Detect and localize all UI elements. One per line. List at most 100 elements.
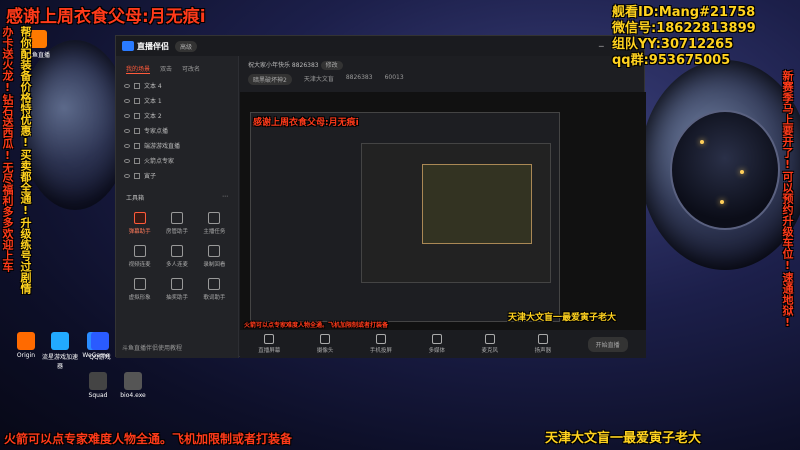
text-icon — [134, 97, 140, 104]
tool-lyrics[interactable]: 歌词助手 — [197, 278, 232, 301]
app-logo: 直播伴侣 — [122, 41, 169, 52]
tool-label: 多人连麦 — [165, 262, 188, 268]
left-vertical-banner-2: 帮你配装备价格特优惠!买卖都全通!升级练号过剧情 — [19, 26, 32, 294]
scene-item[interactable]: 文本 4 — [116, 78, 238, 93]
tutorial-link[interactable]: 斗鱼直播伴侣使用教程 — [122, 343, 182, 352]
nested-preview-3 — [422, 164, 532, 244]
left-vertical-banner-1: 办卡送火龙!钻石送西瓜!无尽福利多多欢迎上车 — [1, 26, 14, 272]
monitor-icon — [264, 334, 275, 344]
speaker-button[interactable]: 扬声器 — [534, 334, 552, 354]
tool-label: 虚拟形象 — [128, 295, 151, 301]
scene-item[interactable]: 文本 2 — [116, 108, 238, 123]
scene-label: 寅子 — [144, 173, 157, 180]
desktop-icon-squad[interactable]: Squad — [80, 372, 116, 399]
desktop-icon-booster[interactable]: 流星游戏加速器 — [42, 332, 78, 370]
ctrl-label: 手机投屏 — [369, 348, 392, 354]
tool-multi-call[interactable]: 多人连麦 — [159, 245, 194, 268]
light-dot — [700, 140, 704, 144]
desktop-icon-bio4[interactable]: bio4.exe — [115, 372, 151, 399]
app-icon — [124, 372, 142, 390]
eye-icon[interactable] — [124, 98, 130, 103]
tool-danmu[interactable]: 弹幕助手 — [122, 212, 157, 235]
tool-room-admin[interactable]: 房管助手 — [159, 212, 194, 235]
app-icon — [51, 332, 69, 350]
edit-title-button[interactable]: 修改 — [320, 61, 343, 70]
right-pane: 祝大家小年快乐 8826383 修改 暗黑破坏神2 天津大文盲 8826383 … — [240, 56, 646, 358]
scene-item[interactable]: 端游游戏直播 — [116, 138, 238, 153]
scene-item[interactable]: 文本 1 — [116, 93, 238, 108]
app-icon — [89, 372, 107, 390]
inner-caption: 天津大文盲一最爱寅子老大 — [508, 313, 617, 323]
ctrl-label: 直播屏幕 — [258, 348, 281, 354]
multi-user-icon — [170, 245, 183, 257]
tool-label: 抽奖助手 — [165, 295, 188, 301]
nested-preview-1: 感谢上周衣食父母:月无痕i — [250, 112, 560, 322]
ctrl-label: 扬声器 — [534, 348, 552, 354]
eye-icon[interactable] — [124, 143, 130, 148]
ctrl-label: 多媒体 — [428, 348, 445, 354]
stream-title: 祝大家小年快乐 8826383 — [248, 62, 319, 69]
phone-cast-button[interactable]: 手机投屏 — [370, 334, 392, 354]
tool-label: 弹幕助手 — [128, 229, 151, 235]
more-icon[interactable]: ⋯ — [222, 193, 228, 202]
tool-avatar[interactable]: 虚拟形象 — [122, 278, 157, 301]
tool-lottery[interactable]: 抽奖助手 — [159, 278, 194, 301]
text-icon — [134, 112, 140, 119]
room-id: 8826383 — [345, 74, 373, 81]
microphone-button[interactable]: 麦克风 — [481, 334, 499, 354]
desktop-icon-qqgame[interactable]: QQ游戏 — [82, 332, 118, 361]
streaming-app-window: 直播伴侣 高级 ─ □ ✕ 我的场景 双击 可改名 文本 4 文本 1 文本 2… — [115, 35, 646, 358]
tool-label: 视频连麦 — [128, 262, 151, 268]
tool-video-call[interactable]: 视频连麦 — [122, 245, 157, 268]
media-button[interactable]: 多媒体 — [428, 334, 445, 354]
right-vertical-banner: 新赛季马上要开了!可以预约升级车位!速通地狱! — [781, 70, 794, 329]
tool-label: 歌词助手 — [203, 295, 226, 301]
tool-label: 录制回看 — [203, 262, 226, 268]
eye-icon[interactable] — [124, 128, 130, 133]
media-icon — [431, 334, 442, 344]
tool-tasks[interactable]: 主播任务 — [197, 212, 232, 235]
tab-my-scenes[interactable]: 我的场景 — [126, 64, 151, 74]
scene-label: 专家点播 — [144, 128, 169, 135]
toolbox-grid: 弹幕助手 房管助手 主播任务 视频连麦 多人连麦 录制回看 虚拟形象 抽奖助手 … — [116, 206, 238, 307]
eye-icon[interactable] — [124, 173, 130, 178]
eye-icon[interactable] — [124, 113, 130, 118]
image-icon — [134, 172, 140, 179]
tab-rename[interactable]: 可改名 — [182, 64, 200, 74]
lottery-icon — [170, 278, 183, 290]
record-icon — [208, 245, 221, 257]
title-bar[interactable]: 直播伴侣 高级 ─ □ ✕ — [116, 36, 644, 56]
task-icon — [208, 212, 221, 224]
start-stream-button[interactable]: 开始直播 — [587, 336, 628, 352]
scene-label: 文本 2 — [144, 113, 162, 120]
eye-icon[interactable] — [124, 158, 130, 163]
tab-double-click[interactable]: 双击 — [160, 64, 172, 74]
stream-preview[interactable]: 感谢上周衣食父母:月无痕i 天津大文盲一最爱寅子老大 火箭可以点专家难度人物全通… — [240, 92, 646, 332]
tool-record[interactable]: 录制回看 — [197, 245, 232, 268]
ctrl-label: 麦克风 — [481, 348, 499, 354]
text-icon — [134, 82, 140, 89]
scene-item[interactable]: 专家点播 — [116, 123, 238, 138]
toolbox-title: 工具箱 — [126, 195, 145, 202]
badge[interactable]: 高级 — [175, 40, 198, 52]
scene-item[interactable]: 寅子 — [116, 168, 238, 183]
camera-button[interactable]: 摄像头 — [317, 334, 333, 354]
top-banner: 感谢上周衣食父母:月无痕i — [6, 7, 206, 27]
scene-item[interactable]: 火箭点专家 — [116, 153, 238, 168]
desktop-icon-label: QQ游戏 — [89, 354, 111, 361]
video-icon — [133, 245, 146, 257]
eye-icon[interactable] — [124, 83, 130, 88]
inner-bottom-note: 火箭可以点专家难度人物全通。飞机加限制或者打装备 — [244, 322, 389, 329]
stream-info: 祝大家小年快乐 8826383 修改 暗黑破坏神2 天津大文盲 8826383 … — [240, 56, 646, 90]
qq-group: qq群:953675005 — [612, 53, 731, 68]
text-icon — [134, 157, 140, 164]
room-info-row: 暗黑破坏神2 天津大文盲 8826383 60013 — [248, 74, 638, 85]
screen-capture-button[interactable]: 直播屏幕 — [258, 334, 280, 354]
bottom-left-note: 火箭可以点专家难度人物全通。飞机加限制或者打装备 — [4, 432, 293, 446]
scene-label: 火箭点专家 — [144, 158, 175, 165]
desktop-icon-label: Squad — [88, 392, 108, 399]
download-icon — [133, 278, 146, 290]
scene-label: 文本 4 — [144, 83, 162, 90]
minimize-button[interactable]: ─ — [599, 42, 604, 51]
room-category[interactable]: 暗黑破坏神2 — [248, 74, 292, 85]
